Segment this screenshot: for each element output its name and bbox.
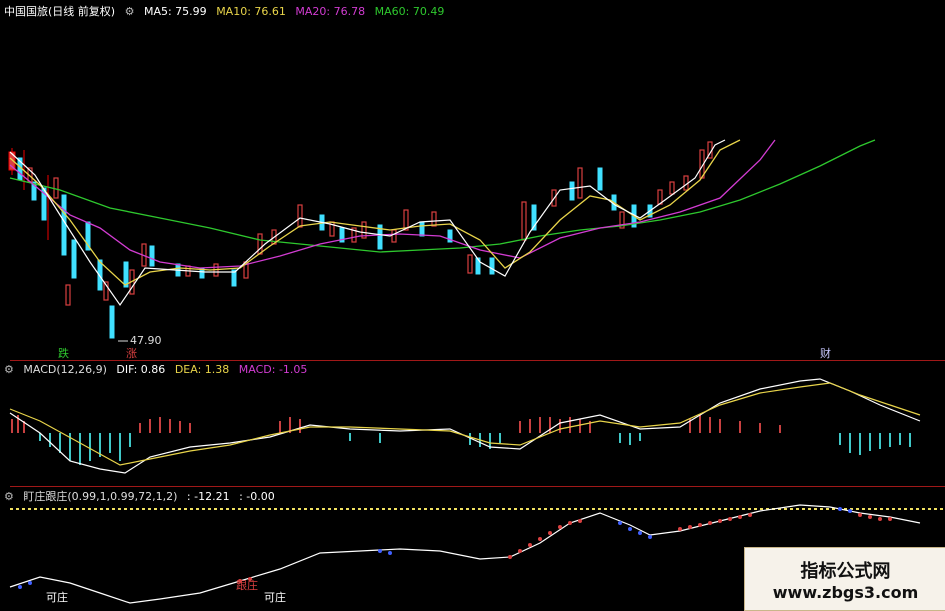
mark-die: 跌 [58,347,69,360]
zhuang-label-2: 可庄 [264,591,286,604]
watermark-badge: 指标公式网 www.zbgs3.com [744,547,945,611]
mark-cai: 财 [820,347,831,360]
mark-zhang: 涨 [126,347,137,360]
macd-panel[interactable]: ⚙ MACD(12,26,9) DIF: 0.86 DEA: 1.38 MACD… [0,361,945,486]
watermark-title: 指标公式网 [800,560,891,582]
zhuang-label-1: 可庄 [46,591,68,604]
price-chart [8,139,876,342]
macd-chart [9,378,921,474]
price-panel[interactable]: 中国国旅(日线 前复权) ⚙ MA5: 75.99 MA10: 76.61 MA… [0,0,945,360]
zhuang-label-3: 跟庄 [236,579,258,592]
watermark-url: www.zbgs3.com [772,582,919,602]
